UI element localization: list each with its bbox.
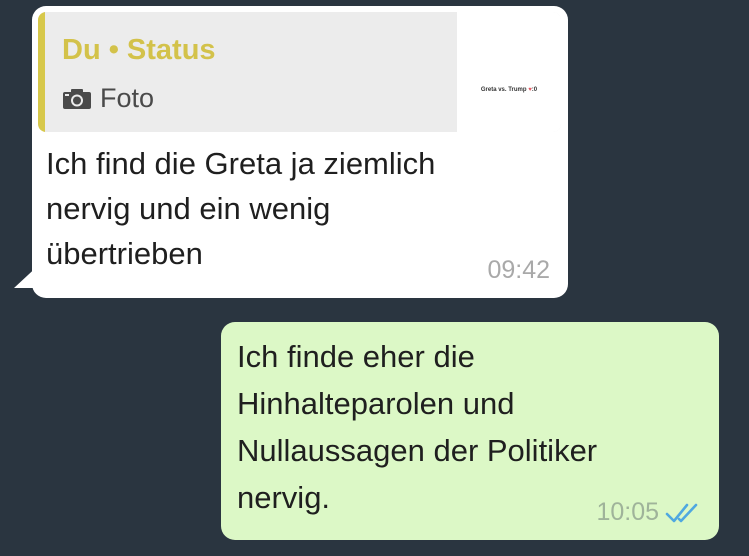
double-check-icon — [665, 503, 698, 523]
camera-icon — [63, 88, 91, 109]
quote-accent-bar — [38, 12, 45, 132]
status-thumbnail[interactable]: Greta vs. Trump ♥:0 — [457, 12, 561, 132]
outgoing-message-bubble[interactable]: Ich finde eher die Hinhalteparolen und N… — [221, 322, 719, 540]
quoted-status-reply[interactable]: Du • Status Foto Greta vs. Trump ♥:0 — [38, 12, 561, 132]
outgoing-message-time: 10:05 — [596, 498, 659, 526]
incoming-message-time: 09:42 — [487, 256, 550, 284]
quote-media-label: Foto — [100, 83, 155, 113]
incoming-message-bubble[interactable]: Du • Status Foto Greta vs. Trump ♥:0 Ich… — [32, 6, 568, 298]
quote-title: Du • Status — [62, 34, 216, 66]
incoming-message-text: Ich find die Greta ja ziemlich nervig un… — [46, 146, 436, 271]
quote-media-type: Foto — [62, 83, 154, 114]
thumbnail-caption: Greta vs. Trump ♥:0 — [480, 87, 538, 93]
outgoing-message-text: Ich finde eher die Hinhalteparolen und N… — [237, 339, 598, 515]
